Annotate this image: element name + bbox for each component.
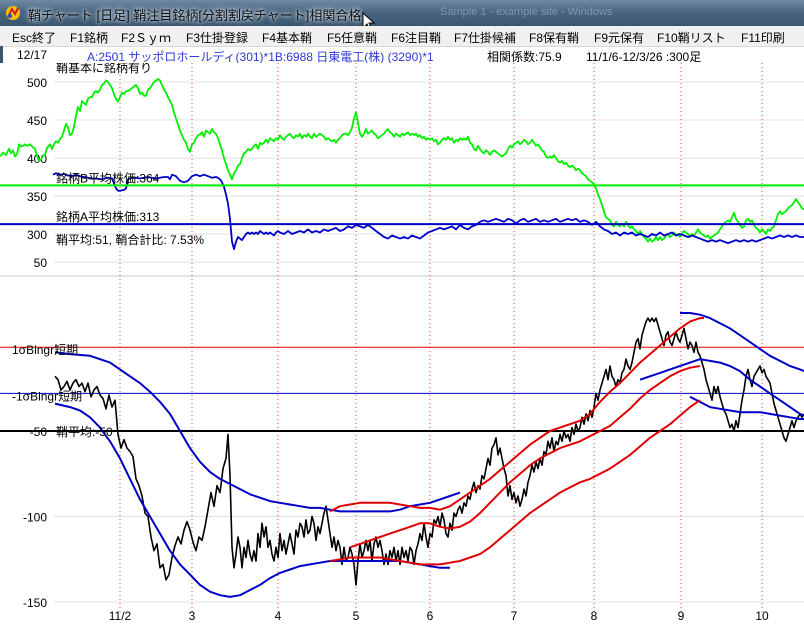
average-price-label: 銘柄A平均株価:313 xyxy=(56,209,160,224)
spread-average-label: 鞘平均:51, 鞘合計比: 7.53% xyxy=(56,232,204,247)
chart-info-bar: 12/17 A:2501 サッポロホールディ(301)*1B:6988 日東電工… xyxy=(0,47,804,64)
menu-f3-register[interactable]: F3仕掛登録 xyxy=(186,29,248,46)
menu-f4-basic-spread[interactable]: F4基本鞘 xyxy=(262,29,312,46)
xtick-label: 10 xyxy=(755,609,769,623)
xtick-label: 4 xyxy=(275,609,282,623)
top-ytick-label: 450 xyxy=(27,114,47,128)
spread-chart[interactable]: 50045040035030050-50-100-150銘柄B平均株価:364銘… xyxy=(0,63,804,628)
chart-background xyxy=(0,63,804,628)
xtick-label: 7 xyxy=(511,609,518,623)
xtick-label: 9 xyxy=(678,609,685,623)
xtick-label: 8 xyxy=(591,609,598,623)
reference-line-label: -1σBlngr短期 xyxy=(12,389,82,403)
xtick-label: 5 xyxy=(353,609,360,623)
menu-f5-custom-spread[interactable]: F5任意鞘 xyxy=(327,29,377,46)
menu-f6-watch-spread[interactable]: F6注目鞘 xyxy=(391,29,441,46)
current-date: 12/17 xyxy=(17,48,48,62)
background-window-title: Sample 1 - example site - Windows xyxy=(440,6,613,18)
window-title: 鞘チャート [日足] 鞘注目銘柄[分割割戻チャート]相関合格 xyxy=(28,8,362,23)
menu-f1-stock[interactable]: F1銘柄 xyxy=(70,29,108,46)
bottom-ytick-label: -100 xyxy=(23,511,47,525)
menu-f10-spread-list[interactable]: F10鞘リスト xyxy=(657,29,726,46)
top-spread-tick-label: 50 xyxy=(34,256,48,270)
reference-line-label: 鞘平均:-50 xyxy=(56,425,113,439)
average-price-label: 銘柄B平均株価:364 xyxy=(56,170,160,185)
menu-f7-candidates[interactable]: F7仕掛候補 xyxy=(454,29,516,46)
top-ytick-label: 500 xyxy=(27,76,47,90)
menu-esc-exit[interactable]: Esc終了 xyxy=(12,29,56,46)
menu-f8-holdings[interactable]: F8保有鞘 xyxy=(529,29,579,46)
xtick-label: 3 xyxy=(189,609,196,623)
app-icon xyxy=(6,6,20,20)
menu-f9-original[interactable]: F9元保有 xyxy=(594,29,644,46)
menu-f11-print[interactable]: F11印刷 xyxy=(741,29,785,46)
top-ytick-label: 350 xyxy=(27,190,47,204)
xtick-label: 11/2 xyxy=(109,609,132,623)
window-titlebar: 鞘チャート [日足] 鞘注目銘柄[分割割戻チャート]相関合格 Sample 1 … xyxy=(0,0,804,32)
xtick-label: 6 xyxy=(427,609,434,623)
menu-f2-sym[interactable]: F2Ｓｙｍ xyxy=(121,29,171,46)
note-label: 鞘基本に銘柄有り xyxy=(56,63,152,75)
function-key-menubar: Esc終了 F1銘柄 F2Ｓｙｍ F3仕掛登録 F4基本鞘 F5任意鞘 F6注目… xyxy=(0,26,804,47)
reference-line-label: 1σBlngr短期 xyxy=(12,343,78,357)
top-ytick-label: 300 xyxy=(27,228,47,242)
bottom-ytick-label: -150 xyxy=(23,596,47,610)
